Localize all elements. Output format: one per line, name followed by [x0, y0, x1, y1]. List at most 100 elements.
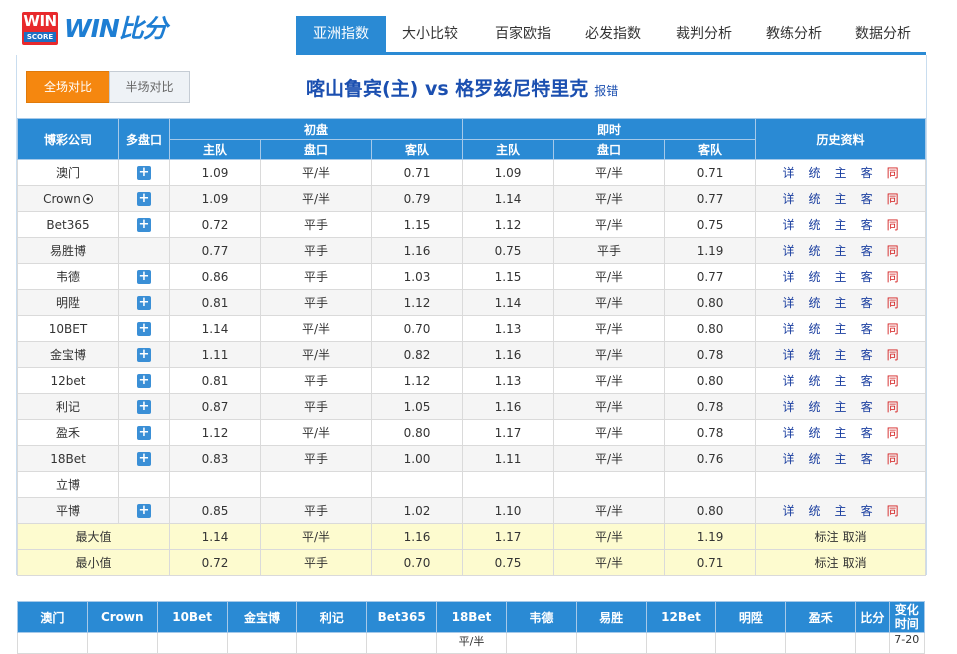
expand-plus-icon[interactable]: +: [137, 295, 151, 310]
tab-full-match[interactable]: 全场对比: [26, 71, 110, 103]
history-link-same[interactable]: 同: [887, 166, 899, 180]
history-link-home[interactable]: 主: [835, 504, 847, 518]
multi-line-cell: +: [118, 367, 170, 394]
nav-item-5[interactable]: 教练分析: [749, 16, 839, 52]
history-link-home[interactable]: 主: [835, 296, 847, 310]
history-link-detail[interactable]: 详: [783, 166, 795, 180]
nav-item-6[interactable]: 数据分析: [839, 16, 927, 52]
history-link-stats[interactable]: 统: [809, 504, 821, 518]
expand-plus-icon[interactable]: +: [137, 217, 151, 232]
history-link-detail[interactable]: 详: [783, 400, 795, 414]
history-link-away[interactable]: 客: [861, 322, 873, 336]
history-link-away[interactable]: 客: [861, 244, 873, 258]
history-link-stats[interactable]: 统: [809, 400, 821, 414]
history-link-home[interactable]: 主: [835, 192, 847, 206]
history-link-away[interactable]: 客: [861, 192, 873, 206]
history-link-home[interactable]: 主: [835, 322, 847, 336]
history-link-away[interactable]: 客: [861, 166, 873, 180]
history-link-same[interactable]: 同: [887, 374, 899, 388]
history-link-same[interactable]: 同: [887, 218, 899, 232]
company-name: 18Bet: [17, 445, 119, 472]
odds-lh: 1.09: [462, 159, 555, 186]
history-link-detail[interactable]: 详: [783, 452, 795, 466]
expand-plus-icon[interactable]: +: [137, 503, 151, 518]
odds-ih: 0.86: [169, 263, 261, 290]
history-link-away[interactable]: 客: [861, 348, 873, 362]
history-link-stats[interactable]: 统: [809, 166, 821, 180]
history-link-same[interactable]: 同: [887, 244, 899, 258]
history-link-detail[interactable]: 详: [783, 270, 795, 284]
history-link-detail[interactable]: 详: [783, 348, 795, 362]
expand-plus-icon[interactable]: +: [137, 165, 151, 180]
history-link-detail[interactable]: 详: [783, 218, 795, 232]
history-link-away[interactable]: 客: [861, 400, 873, 414]
history-link-home[interactable]: 主: [835, 426, 847, 440]
change-cell: [855, 632, 890, 654]
expand-plus-icon[interactable]: +: [137, 451, 151, 466]
expand-plus-icon[interactable]: +: [137, 269, 151, 284]
history-link-away[interactable]: 客: [861, 426, 873, 440]
expand-plus-icon[interactable]: +: [137, 425, 151, 440]
nav-item-1[interactable]: 大小比较: [388, 16, 472, 52]
history-link-home[interactable]: 主: [835, 400, 847, 414]
history-link-same[interactable]: 同: [887, 270, 899, 284]
history-link-home[interactable]: 主: [835, 218, 847, 232]
company-name: 平博: [17, 497, 119, 524]
history-link-stats[interactable]: 统: [809, 192, 821, 206]
nav-item-2[interactable]: 百家欧指: [479, 16, 567, 52]
cancel-link[interactable]: 取消: [843, 530, 867, 544]
history-link-detail[interactable]: 详: [783, 244, 795, 258]
history-link-detail[interactable]: 详: [783, 192, 795, 206]
history-link-stats[interactable]: 统: [809, 374, 821, 388]
expand-plus-icon[interactable]: +: [137, 321, 151, 336]
history-link-home[interactable]: 主: [835, 166, 847, 180]
multi-line-cell: +: [118, 159, 170, 186]
history-link-same[interactable]: 同: [887, 348, 899, 362]
history-link-same[interactable]: 同: [887, 296, 899, 310]
history-link-same[interactable]: 同: [887, 322, 899, 336]
nav-item-0[interactable]: 亚洲指数: [296, 16, 386, 52]
history-link-away[interactable]: 客: [861, 452, 873, 466]
history-link-same[interactable]: 同: [887, 426, 899, 440]
history-link-same[interactable]: 同: [887, 504, 899, 518]
expand-plus-icon[interactable]: +: [137, 191, 151, 206]
history-link-stats[interactable]: 统: [809, 322, 821, 336]
history-link-away[interactable]: 客: [861, 218, 873, 232]
history-link-home[interactable]: 主: [835, 348, 847, 362]
history-link-away[interactable]: 客: [861, 374, 873, 388]
history-link-stats[interactable]: 统: [809, 218, 821, 232]
history-link-same[interactable]: 同: [887, 192, 899, 206]
history-link-away[interactable]: 客: [861, 296, 873, 310]
history-link-away[interactable]: 客: [861, 504, 873, 518]
history-link-detail[interactable]: 详: [783, 296, 795, 310]
mark-link[interactable]: 标注: [815, 530, 839, 544]
nav-item-3[interactable]: 必发指数: [569, 16, 657, 52]
mark-link[interactable]: 标注: [815, 556, 839, 570]
history-link-stats[interactable]: 统: [809, 296, 821, 310]
history-link-detail[interactable]: 详: [783, 504, 795, 518]
tab-half-match[interactable]: 半场对比: [109, 71, 190, 103]
expand-plus-icon[interactable]: +: [137, 399, 151, 414]
history-link-detail[interactable]: 详: [783, 426, 795, 440]
history-link-stats[interactable]: 统: [809, 244, 821, 258]
company-label: 明陞: [55, 296, 80, 310]
history-link-detail[interactable]: 详: [783, 322, 795, 336]
multi-line-cell: [118, 237, 170, 264]
history-link-home[interactable]: 主: [835, 452, 847, 466]
cancel-link[interactable]: 取消: [843, 556, 867, 570]
history-link-detail[interactable]: 详: [783, 374, 795, 388]
expand-plus-icon[interactable]: +: [137, 347, 151, 362]
history-link-home[interactable]: 主: [835, 270, 847, 284]
history-link-away[interactable]: 客: [861, 270, 873, 284]
history-link-same[interactable]: 同: [887, 400, 899, 414]
history-link-stats[interactable]: 统: [809, 348, 821, 362]
expand-plus-icon[interactable]: +: [137, 373, 151, 388]
history-link-stats[interactable]: 统: [809, 452, 821, 466]
nav-item-4[interactable]: 裁判分析: [659, 16, 749, 52]
history-link-stats[interactable]: 统: [809, 426, 821, 440]
history-link-home[interactable]: 主: [835, 244, 847, 258]
history-link-stats[interactable]: 统: [809, 270, 821, 284]
history-link-home[interactable]: 主: [835, 374, 847, 388]
history-link-same[interactable]: 同: [887, 452, 899, 466]
report-error-link[interactable]: 报错: [594, 84, 618, 98]
